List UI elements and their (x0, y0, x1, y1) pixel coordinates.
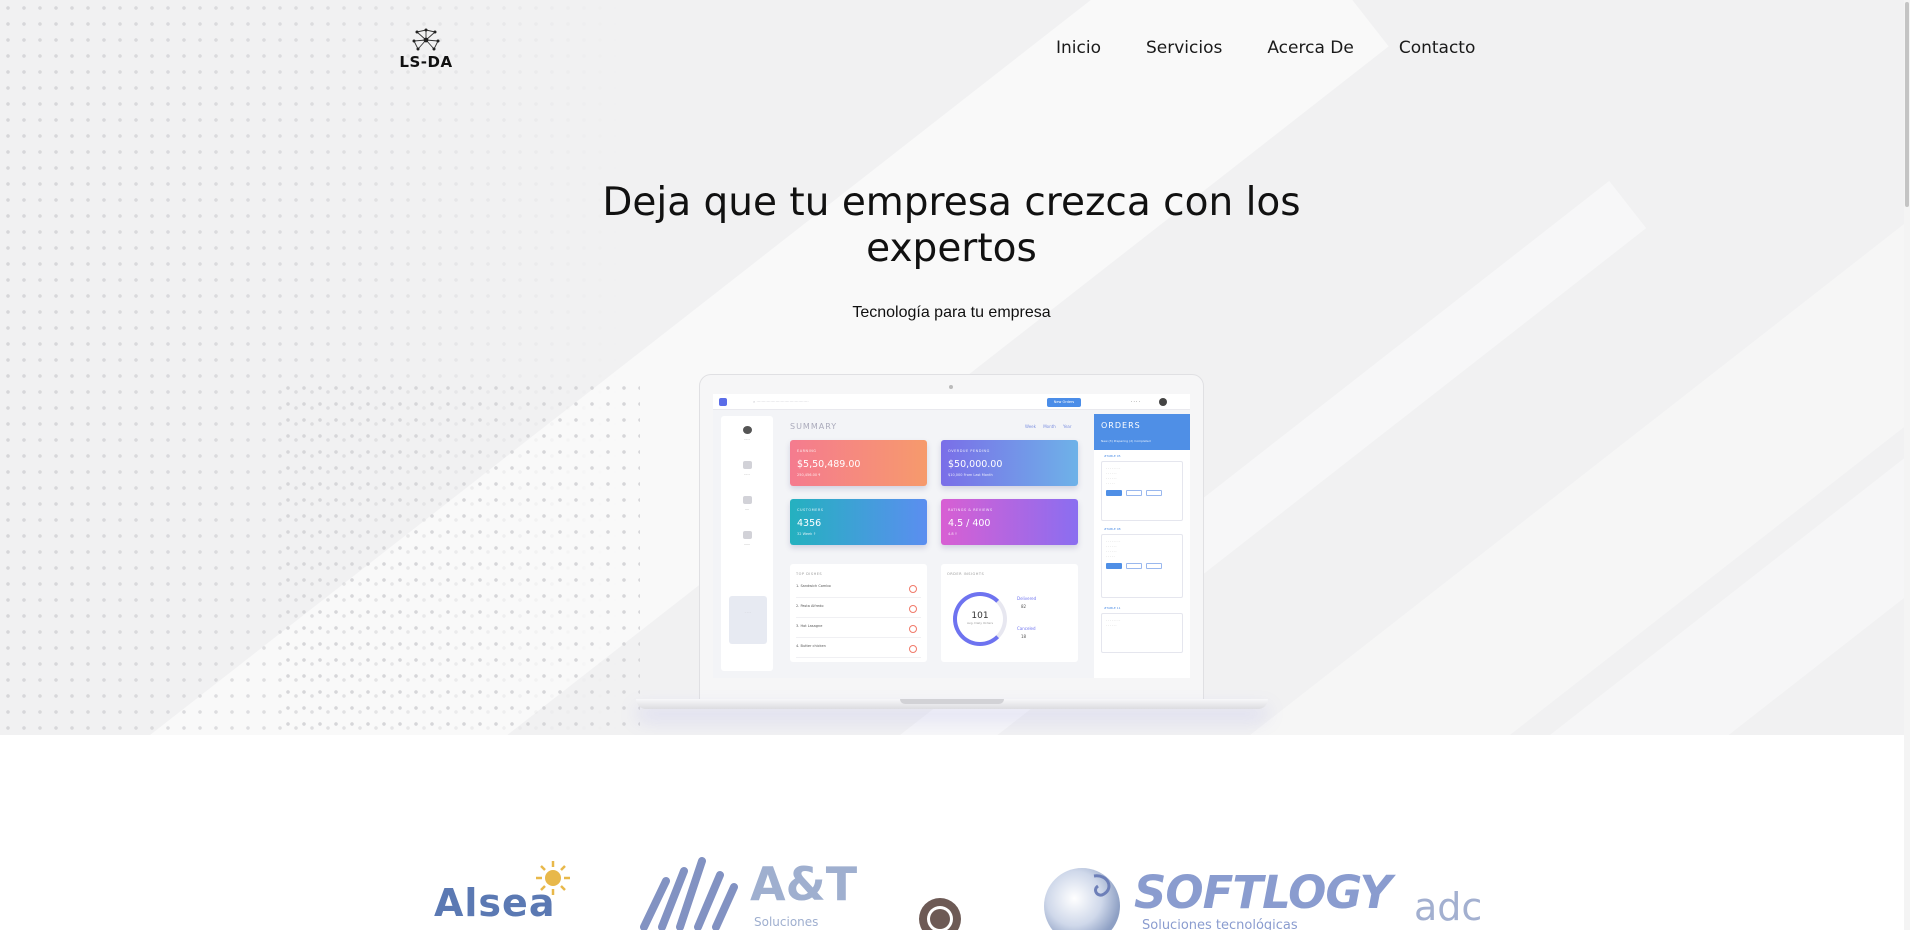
dashboard-user: · · · · (1131, 399, 1140, 404)
card-sub: 250,456.00 ₹ (797, 473, 821, 477)
avatar (1159, 398, 1167, 406)
order-table-label: #TABLE 08 (1104, 527, 1121, 531)
hero-headline: Deja que tu empresa crezca con los exper… (602, 180, 1301, 271)
dashboard-period-tabs: Week Month Year (1025, 424, 1072, 429)
dashboard-card-customers: CUSTOMERS 4356 32 Week ↑ (790, 499, 927, 545)
dashboard-top-dishes-panel: TOP DISHES 1. Sandwich Combo 2. Pasta Al… (790, 564, 927, 662)
card-sub: 32 Week ↑ (797, 532, 817, 536)
partner-logo-softlogy: SOFTLOGY Soluciones tecnológicas (1042, 866, 1392, 930)
partners-section: Alsea A&T Soluciones SOFTLOGY Soluciones… (0, 735, 1904, 930)
dashboard-order-insights-panel: ORDER INSIGHTS 101 Avg. Daily Orders Del… (941, 564, 1078, 662)
orders-tabs: New (3) Preparing (2) Completed (1101, 439, 1151, 443)
brand-name: LS-DA (399, 53, 453, 71)
card-label: OVERDUE PENDING (948, 449, 990, 453)
brand-logo[interactable]: LS-DA (398, 28, 454, 76)
nav-link-inicio[interactable]: Inicio (1056, 38, 1101, 58)
dashboard-orders-panel: ORDERS New (3) Preparing (2) Completed #… (1094, 414, 1190, 678)
panel-title: TOP DISHES (796, 572, 823, 576)
panel-title: ORDER INSIGHTS (947, 572, 985, 576)
dashboard-topbar: ⌕ ······································… (713, 394, 1190, 410)
dashboard-new-orders-button: New Orders (1047, 398, 1081, 407)
gauge-caption: Avg. Daily Orders (966, 621, 994, 625)
list-item: 4. Butter chicken (796, 644, 921, 658)
nav-link-contacto[interactable]: Contacto (1399, 38, 1476, 58)
coffee-badge-icon (919, 898, 961, 930)
partner-logo-at: A&T Soluciones (638, 857, 857, 930)
card-value: $50,000.00 (948, 459, 1003, 470)
gauge-value: 101 (971, 611, 989, 621)
dashboard-logo-icon (719, 398, 727, 406)
dashboard-menu-icon: ···· (721, 496, 773, 512)
nav-link-servicios[interactable]: Servicios (1146, 38, 1222, 58)
dashboard-upgrade-card: · · · · (729, 596, 767, 644)
list-item: 2. Pasta Alfredo (796, 604, 921, 618)
scrollbar-thumb[interactable] (1905, 2, 1909, 207)
canceled-label: Canceled (1017, 626, 1036, 631)
laptop-mockup: ⌕ ······································… (636, 372, 1268, 722)
hero-section: LS-DA Inicio Servicios Acerca De Contact… (0, 0, 1904, 735)
dashboard-card-pending: OVERDUE PENDING $50,000.00 $10,000 From … (941, 440, 1078, 486)
card-label: RATINGS & REVIEWS (948, 508, 993, 512)
partner-name: A&T (750, 857, 858, 911)
order-card: · · · · · · · · · · · · · · · · · · · · · ·… (1101, 534, 1183, 598)
laptop-notch (900, 699, 1004, 704)
partner-name: SOFTLOGY (1134, 866, 1392, 919)
main-nav: Inicio Servicios Acerca De Contacto (1056, 38, 1475, 58)
diagonal-stripes-icon (640, 857, 738, 930)
dashboard-customers-icon: ······ (721, 531, 773, 547)
dashboard-search-icon: ⌕ ······································… (753, 399, 809, 404)
dashboard-summary-label: SUMMARY (790, 422, 838, 431)
order-card: · · · · · · · · · · · · · · (1101, 613, 1183, 653)
orders-title: ORDERS (1101, 421, 1141, 430)
list-item: 3. Hot Lasagne (796, 624, 921, 638)
card-sub: $10,000 From Last Month (948, 473, 993, 477)
dashboard-card-earning: EARNING $5,50,489.00 250,456.00 ₹ (790, 440, 927, 486)
partner-sub: Soluciones tecnológicas (1142, 918, 1298, 930)
network-nodes-icon (412, 28, 440, 51)
sphere-icon (1044, 868, 1120, 930)
card-value: $5,50,489.00 (797, 459, 861, 470)
card-sub: 4.8 ↑ (948, 532, 958, 536)
nav-link-acerca-de[interactable]: Acerca De (1267, 38, 1353, 58)
dashboard-card-ratings: RATINGS & REVIEWS 4.5 / 400 4.8 ↑ (941, 499, 1078, 545)
partner-logo-coffee-badge (918, 897, 962, 930)
card-value: 4356 (797, 518, 822, 529)
list-item: 1. Sandwich Combo (796, 584, 921, 598)
orders-header: ORDERS New (3) Preparing (2) Completed (1094, 414, 1190, 450)
dashboard-home-icon: ····· (721, 426, 773, 442)
partner-logo-alsea: Alsea (434, 853, 578, 925)
order-table-label: #TABLE 11 (1104, 606, 1121, 610)
partner-name: adc (1414, 885, 1483, 929)
dashboard-screenshot: ⌕ ······································… (713, 394, 1190, 678)
order-table-label: #TABLE 05 (1104, 454, 1121, 458)
card-label: CUSTOMERS (797, 508, 824, 512)
partner-sub: Soluciones (754, 915, 819, 929)
dashboard-gauge: 101 Avg. Daily Orders (953, 592, 1007, 646)
delivered-value: 82 (1021, 604, 1027, 609)
dashboard-calendar-icon: ····· (721, 461, 773, 477)
partner-logo-adc: adc (1414, 885, 1484, 930)
dashboard-sidebar: ····· ····· ···· ······ · · · · (721, 416, 773, 671)
order-card: · · · · · · · · · · · · · · · · · · · · · ·… (1101, 461, 1183, 521)
canceled-value: 18 (1021, 634, 1027, 639)
delivered-label: Delivered (1017, 596, 1037, 601)
card-label: EARNING (797, 449, 817, 453)
card-value: 4.5 / 400 (948, 518, 991, 529)
hero-subtitle: Tecnología para tu empresa (852, 304, 1051, 321)
dot-pattern-lower (280, 380, 640, 735)
sun-icon (536, 861, 570, 895)
